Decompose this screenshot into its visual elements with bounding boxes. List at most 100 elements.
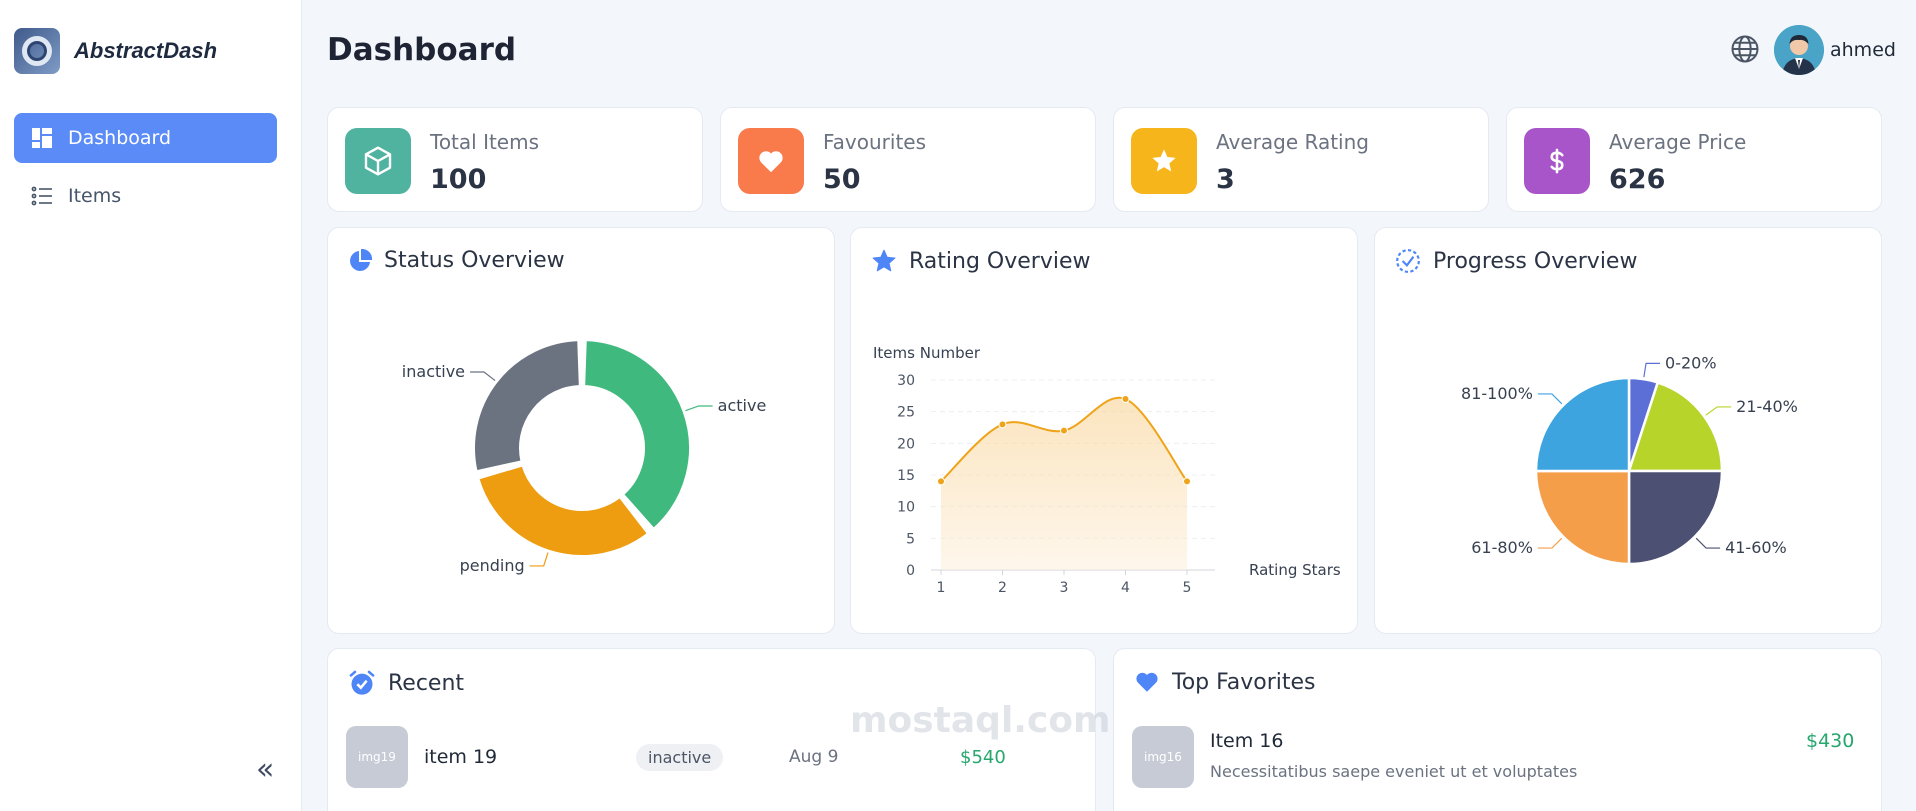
sidebar-item-label: Items	[68, 185, 122, 207]
stat-value: 100	[430, 164, 487, 195]
heart-icon	[738, 128, 804, 194]
star-icon	[872, 249, 896, 272]
pie-0-leader	[1643, 362, 1661, 378]
list-icon	[31, 186, 52, 206]
rating-area-chart: 0 5 10 15 20 25 30 1 2 3 4 5 Items Number Rating Star…	[873, 344, 1341, 596]
y-tick-label: 10	[897, 500, 915, 516]
panel-title: Rating Overview	[909, 248, 1091, 274]
pie-slice-2	[1627, 469, 1724, 566]
x-tick-label: 4	[1121, 580, 1130, 596]
item-price: $430	[1806, 730, 1855, 752]
data-point	[1183, 477, 1191, 486]
sidebar-nav: Dashboard Items	[14, 113, 277, 229]
stat-label: Total Items	[430, 130, 540, 154]
panel-header: Rating Overview	[871, 248, 1091, 274]
donut-slice-active	[583, 339, 691, 530]
top-favorites-panel: Top Favorites img16 Item 16 Necessitatib…	[1113, 648, 1882, 811]
pie-4-label: 81-100%	[1461, 384, 1533, 403]
pie-3-leader	[1537, 537, 1563, 549]
sidebar-item-items[interactable]: Items	[14, 171, 277, 221]
panel-title: Recent	[388, 670, 465, 696]
stat-value: 3	[1216, 164, 1235, 195]
pie-2-leader	[1695, 537, 1721, 549]
panel-header: Status Overview	[348, 248, 565, 273]
item-name: Item 16	[1210, 730, 1284, 752]
pie-4-leader	[1537, 393, 1563, 405]
stat-label: Average Price	[1609, 130, 1747, 154]
sidebar-item-label: Dashboard	[68, 127, 172, 149]
donut-slice-inactive	[473, 339, 581, 473]
y-tick-label: 20	[897, 436, 915, 452]
panel-title: Progress Overview	[1433, 248, 1638, 274]
stat-card-average-price: Average Price 626	[1506, 107, 1882, 212]
status-overview-panel: active pending inactive Status Overview	[327, 227, 835, 634]
sidebar-item-dashboard[interactable]: Dashboard	[14, 113, 277, 163]
item-date: Aug 9	[789, 747, 839, 767]
rating-overview-panel: 0 5 10 15 20 25 30 1 2 3 4 5 Items Number Rating Star…	[850, 227, 1358, 634]
status-donut-chart: active pending inactive	[402, 339, 767, 575]
progress-pie-chart: 0-20% 21-40% 41-60% 61-80% 81-100%	[1461, 353, 1798, 566]
donut-inactive-label: inactive	[402, 362, 465, 381]
stat-value: 626	[1609, 164, 1666, 195]
pie-1-leader	[1705, 406, 1732, 416]
progress-overview-panel: 0-20% 21-40% 41-60% 61-80% 81-100% Progress …	[1374, 227, 1882, 634]
collapse-sidebar-button[interactable]: «	[256, 752, 274, 787]
pie-2-label: 41-60%	[1725, 538, 1787, 557]
stat-card-favourites: Favourites 50	[720, 107, 1096, 212]
item-price: $540	[960, 746, 1006, 768]
user-name[interactable]: ahmed	[1830, 39, 1896, 61]
stat-card-total-items: Total Items 100	[327, 107, 703, 212]
check-circle-icon	[1396, 249, 1420, 273]
x-tick-label: 1	[937, 580, 946, 596]
data-point	[1121, 395, 1130, 403]
x-axis-label: Rating Stars	[1249, 561, 1341, 579]
donut-active-leader	[685, 405, 713, 412]
stat-label: Average Rating	[1216, 130, 1369, 154]
pie-slice-3	[1534, 469, 1631, 566]
avatar-illustration	[1774, 25, 1824, 75]
brand[interactable]: AbstractDash	[14, 28, 217, 74]
donut-slice-pending	[477, 464, 649, 557]
x-tick-label: 3	[1060, 580, 1069, 596]
pie-3-label: 61-80%	[1471, 538, 1533, 557]
star-icon	[1131, 128, 1197, 194]
recent-panel: Recent img19 item 19 inactive Aug 9 $540	[327, 648, 1096, 811]
y-tick-label: 25	[897, 405, 915, 421]
item-thumbnail: img19	[346, 726, 408, 788]
donut-inactive-leader	[470, 371, 496, 382]
item-thumbnail: img16	[1132, 726, 1194, 788]
donut-pending-label: pending	[460, 556, 525, 575]
favorite-item-row[interactable]: img16 Item 16 Necessitatibus saepe eveni…	[1132, 726, 1862, 788]
y-axis-label: Items Number	[873, 344, 981, 362]
sidebar: AbstractDash Dashboard Items «	[0, 0, 302, 811]
x-tick-label: 2	[998, 580, 1007, 596]
donut-pending-leader	[529, 552, 549, 567]
donut-active-label: active	[718, 396, 767, 415]
stat-value: 50	[823, 164, 861, 195]
data-point	[937, 477, 945, 486]
data-point	[1060, 426, 1068, 435]
brand-logo	[14, 28, 60, 74]
item-description: Necessitatibus saepe eveniet ut et volup…	[1210, 762, 1578, 781]
recent-item-row[interactable]: img19 item 19 inactive Aug 9 $540	[346, 726, 1076, 788]
pie-0-label: 0-20%	[1665, 353, 1717, 372]
dollar-icon	[1524, 128, 1590, 194]
item-name: item 19	[424, 746, 498, 768]
box-icon	[345, 128, 411, 194]
stat-card-average-rating: Average Rating 3	[1113, 107, 1489, 212]
x-tick-label: 5	[1183, 580, 1192, 596]
data-point	[998, 420, 1007, 429]
pie-chart-icon	[350, 248, 372, 271]
stat-label: Favourites	[823, 130, 927, 154]
y-tick-label: 30	[897, 373, 915, 389]
language-globe-icon[interactable]	[1730, 34, 1760, 64]
status-badge: inactive	[636, 743, 724, 771]
heart-icon	[1136, 672, 1158, 692]
panel-header: Top Favorites	[1134, 669, 1316, 695]
panel-title: Status Overview	[384, 248, 565, 273]
user-avatar[interactable]	[1774, 25, 1824, 75]
brand-name: AbstractDash	[74, 38, 218, 63]
page-title: Dashboard	[327, 32, 517, 68]
y-tick-label: 15	[897, 468, 915, 484]
panel-header: Progress Overview	[1395, 248, 1637, 274]
